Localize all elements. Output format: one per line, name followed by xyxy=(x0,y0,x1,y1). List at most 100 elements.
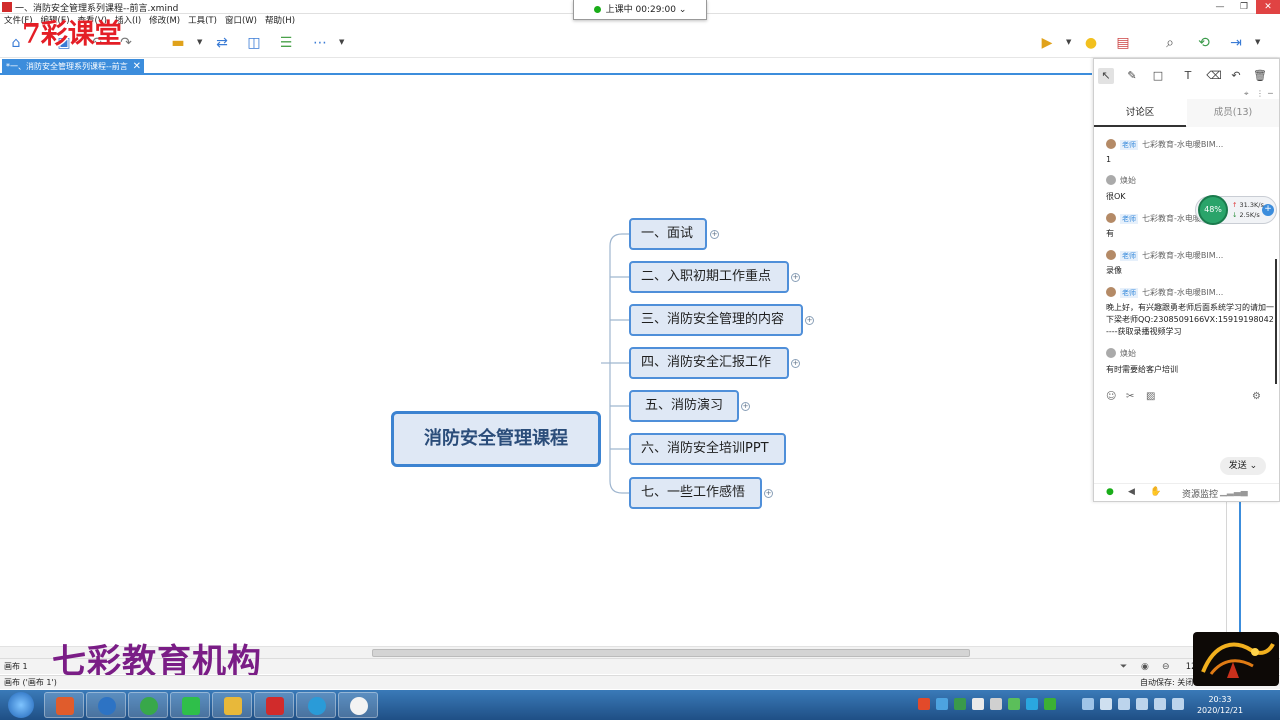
tab-discussion[interactable]: 讨论区 xyxy=(1094,99,1186,127)
filter-icon[interactable]: ⏷ xyxy=(1120,660,1127,674)
chat-scrollbar[interactable] xyxy=(1275,259,1277,384)
expand-icon[interactable]: + xyxy=(791,273,800,282)
expand-icon[interactable]: + xyxy=(791,359,800,368)
branch-topic[interactable]: 三、消防安全管理的内容 xyxy=(629,304,803,336)
branch-topic[interactable]: 五、消防演习 xyxy=(629,390,739,422)
zoom-out-icon[interactable]: ⊖ xyxy=(1162,660,1170,674)
tray-app-icon[interactable] xyxy=(1082,698,1094,710)
menu-modify[interactable]: 修改(M) xyxy=(145,14,184,28)
start-button[interactable] xyxy=(8,692,34,718)
settings-icon[interactable]: ⚙ xyxy=(1252,391,1261,402)
document-tab[interactable]: *一、消防安全管理系列课程--前言 ✕ xyxy=(2,59,144,74)
plus-icon[interactable]: + xyxy=(1262,204,1274,216)
eye-icon[interactable]: ◉ xyxy=(1141,660,1149,674)
trash-icon[interactable]: 🗑 xyxy=(1252,68,1268,84)
branch-topic[interactable]: 四、消防安全汇报工作 xyxy=(629,347,789,379)
taskbar-app[interactable] xyxy=(254,692,294,718)
more-icon[interactable]: ⋯ xyxy=(312,35,328,51)
menu-window[interactable]: 窗口(W) xyxy=(221,14,261,28)
menu-help[interactable]: 帮助(H) xyxy=(261,14,299,28)
tray-shield-icon[interactable] xyxy=(954,698,966,710)
topic-icon[interactable]: ▬ xyxy=(170,35,186,51)
search-icon[interactable]: ⌕ xyxy=(1162,35,1178,51)
connector-lines xyxy=(601,233,629,494)
close-button[interactable]: ✕ xyxy=(1256,0,1280,14)
battery-icon[interactable] xyxy=(1154,698,1166,710)
share-icon[interactable]: ⟲ xyxy=(1196,35,1212,51)
kebab-menu-icon[interactable]: ⋮ xyxy=(1256,89,1264,98)
minimize-button[interactable]: — xyxy=(1208,0,1232,14)
presentation-dropdown-icon[interactable]: ▼ xyxy=(1066,38,1071,46)
pin-icon[interactable]: ⌖ xyxy=(1244,89,1249,99)
panel-divider xyxy=(1239,500,1241,650)
topic-dropdown-icon[interactable]: ▼ xyxy=(197,38,202,46)
pointer-icon[interactable]: ↖ xyxy=(1098,68,1114,84)
expand-icon[interactable]: + xyxy=(710,230,719,239)
scrollbar-thumb[interactable] xyxy=(372,649,970,657)
message-header: 焕始 xyxy=(1106,348,1136,360)
expand-icon[interactable]: + xyxy=(805,316,814,325)
close-tab-icon[interactable]: ✕ xyxy=(133,59,141,74)
flag-icon[interactable] xyxy=(1118,698,1130,710)
central-topic[interactable]: 消防安全管理课程 xyxy=(391,411,601,467)
branch-topic[interactable]: 二、入职初期工作重点 xyxy=(629,261,789,293)
summary-icon[interactable]: ☰ xyxy=(278,35,294,51)
player-icon xyxy=(308,697,326,715)
presentation-icon[interactable]: ▶ xyxy=(1039,35,1055,51)
emoji-icon[interactable]: ☺ xyxy=(1106,391,1116,402)
image-icon[interactable]: ▨ xyxy=(1146,391,1155,402)
text-icon[interactable]: T xyxy=(1180,68,1196,84)
taskbar-app[interactable] xyxy=(44,692,84,718)
branch-topic[interactable]: 七、一些工作感悟 xyxy=(629,477,762,509)
keyboard-icon[interactable] xyxy=(1100,698,1112,710)
taskbar-app[interactable] xyxy=(128,692,168,718)
taskbar-app[interactable] xyxy=(170,692,210,718)
export-icon[interactable]: ⇥ xyxy=(1228,35,1244,51)
maximize-button[interactable]: ❐ xyxy=(1232,0,1256,14)
lightbulb-icon[interactable]: ● xyxy=(1083,35,1099,51)
session-status[interactable]: 上课中 00:29:00 ⌄ xyxy=(573,0,707,20)
sheet-tab[interactable]: 画布 1 xyxy=(4,660,28,674)
tray-app-icon[interactable] xyxy=(1008,698,1020,710)
speaker-icon[interactable]: ◀ xyxy=(1128,487,1135,497)
scissors-icon[interactable]: ✂ xyxy=(1126,391,1134,402)
network-icon[interactable] xyxy=(1136,698,1148,710)
clock[interactable]: 20:33 2020/12/21 xyxy=(1192,694,1248,716)
taskbar-app[interactable] xyxy=(338,692,378,718)
tab-members[interactable]: 成员(13) xyxy=(1187,99,1279,127)
more-dropdown-icon[interactable]: ▼ xyxy=(339,38,344,46)
resource-monitor-link[interactable]: 资源监控 xyxy=(1182,487,1218,500)
branch-topic[interactable]: 一、面试 xyxy=(629,218,707,250)
branch-topic[interactable]: 六、消防安全培训PPT xyxy=(629,433,786,465)
collapse-icon[interactable]: ─ xyxy=(1268,89,1273,98)
tray-app-icon[interactable] xyxy=(936,698,948,710)
mindmap-canvas[interactable]: 消防安全管理课程 一、面试 + 二、入职初期工作重点 + 三、消防安全管理的内容… xyxy=(0,76,1092,646)
avatar xyxy=(1106,348,1116,358)
volume-icon[interactable] xyxy=(1172,698,1184,710)
network-monitor[interactable]: 48% ↑ 31.3K/s ↓ 2.5K/s + xyxy=(1195,195,1277,225)
taskbar-app[interactable] xyxy=(86,692,126,718)
search-icon xyxy=(98,697,116,715)
tray-app-icon[interactable] xyxy=(990,698,1002,710)
tray-app-icon[interactable] xyxy=(1026,698,1038,710)
relationship-icon[interactable]: ⇄ xyxy=(214,35,230,51)
taskbar-app[interactable] xyxy=(212,692,252,718)
expand-icon[interactable]: + xyxy=(741,402,750,411)
undo-icon[interactable]: ↶ xyxy=(1228,68,1244,84)
chevron-down-icon: ⌄ xyxy=(1249,461,1258,471)
boundary-icon[interactable]: ◫ xyxy=(246,35,262,51)
tray-app-icon[interactable] xyxy=(918,698,930,710)
expand-icon[interactable]: + xyxy=(764,489,773,498)
taskbar-app[interactable] xyxy=(296,692,336,718)
layout-icon[interactable]: ▤ xyxy=(1115,35,1131,51)
tray-app-icon[interactable] xyxy=(972,698,984,710)
microphone-icon[interactable]: ● xyxy=(1106,487,1114,497)
pen-icon[interactable]: ✎ xyxy=(1124,68,1140,84)
menu-tools[interactable]: 工具(T) xyxy=(184,14,221,28)
send-button[interactable]: 发送 ⌄ xyxy=(1220,457,1266,475)
export-dropdown-icon[interactable]: ▼ xyxy=(1255,38,1260,46)
shape-icon[interactable]: □ xyxy=(1150,68,1166,84)
hand-icon[interactable]: ✋ xyxy=(1150,487,1161,497)
wechat-icon[interactable] xyxy=(1044,698,1056,710)
eraser-icon[interactable]: ⌫ xyxy=(1206,68,1222,84)
